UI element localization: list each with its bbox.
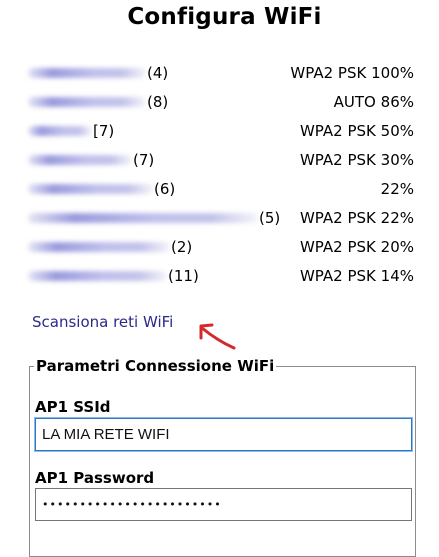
ssid-input[interactable] [35,418,412,451]
network-row[interactable]: (7) WPA2 PSK 30% [0,149,439,178]
network-row[interactable]: (5) WPA2 PSK 22% [0,207,439,236]
blurred-ssid [28,271,167,281]
network-security-signal: WPA2 PSK 22% [299,209,414,227]
network-name[interactable]: (4) [28,62,168,84]
network-security-signal: WPA2 PSK 30% [299,151,414,169]
network-name[interactable]: (5) [28,207,280,229]
network-row[interactable]: (2) WPA2 PSK 20% [0,236,439,265]
network-row[interactable]: (11) WPA2 PSK 14% [0,265,439,294]
network-count: (2) [171,238,193,256]
network-name[interactable]: (11) [28,265,199,287]
network-row[interactable]: (6) 22% [0,178,439,207]
network-name[interactable]: (6) [28,178,175,200]
scan-networks-link[interactable]: Scansiona reti WiFi [32,313,173,331]
network-name[interactable]: (8) [28,91,168,113]
network-count: (5) [259,209,281,227]
network-row[interactable]: (4) WPA2 PSK 100% [0,62,439,91]
network-security-signal: WPA2 PSK 50% [299,122,414,140]
blurred-ssid [28,126,92,136]
red-arrow-icon [199,323,236,350]
network-count: (7) [133,151,155,169]
network-security-signal: WPA2 PSK 14% [299,267,414,285]
network-security-signal: WPA2 PSK 100% [290,64,414,82]
network-count: [7) [93,122,115,140]
password-label: AP1 Password [35,469,155,487]
network-count: (8) [147,93,169,111]
blurred-ssid [28,242,170,252]
blurred-ssid [28,155,132,165]
connection-params-fieldset: Parametri Connessione WiFi [29,357,416,557]
network-count: (6) [154,180,176,198]
page-title: Configura WiFi [127,4,322,30]
network-security-signal: 22% [380,180,414,198]
password-input[interactable] [35,488,412,521]
network-security-signal: AUTO 86% [333,93,414,111]
network-name[interactable]: [7) [28,120,114,142]
blurred-ssid [28,68,146,78]
network-count: (11) [168,267,199,285]
network-count: (4) [147,64,169,82]
params-legend: Parametri Connessione WiFi [36,357,275,375]
blurred-ssid [28,213,258,223]
network-list: (4) WPA2 PSK 100% (8) AUTO 86% [7) WPA2 … [0,62,439,294]
network-name[interactable]: (7) [28,149,154,171]
ssid-label: AP1 SSId [35,398,111,416]
network-security-signal: WPA2 PSK 20% [299,238,414,256]
blurred-ssid [28,97,146,107]
network-row[interactable]: [7) WPA2 PSK 50% [0,120,439,149]
blurred-ssid [28,184,153,194]
network-row[interactable]: (8) AUTO 86% [0,91,439,120]
network-name[interactable]: (2) [28,236,192,258]
